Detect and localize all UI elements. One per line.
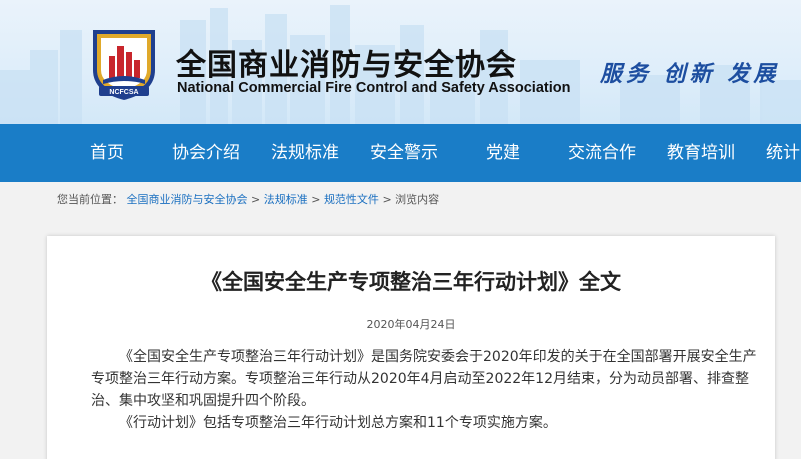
article-date: 2020年04月24日 [366, 318, 456, 331]
nav-item-statistics[interactable]: 统计 [766, 124, 800, 182]
nav-item-home[interactable]: 首页 [90, 124, 124, 182]
nav-item-training[interactable]: 教育培训 [667, 124, 735, 182]
breadcrumb-separator: > [251, 193, 261, 206]
breadcrumb-link-regulations[interactable]: 法规标准 [264, 193, 308, 206]
breadcrumb-separator: > [382, 193, 392, 206]
breadcrumb: 您当前位置： 全国商业消防与安全协会 > 法规标准 > 规范性文件 > 浏览内容 [57, 191, 439, 207]
breadcrumb-link-normative-docs[interactable]: 规范性文件 [324, 193, 379, 206]
association-logo-icon: NCFCSA [93, 30, 155, 100]
site-header: NCFCSA 全国商业消防与安全协会 National Commercial F… [0, 0, 801, 124]
org-name-english: National Commercial Fire Control and Saf… [177, 80, 571, 96]
breadcrumb-current: 浏览内容 [395, 193, 440, 206]
article-body: 《全国安全生产专项整治三年行动计划》是国务院安委会于2020年印发的关于在全国部… [91, 346, 763, 434]
breadcrumb-link-home[interactable]: 全国商业消防与安全协会 [127, 193, 248, 206]
article-paragraph: 《行动计划》包括专项整治三年行动计划总方案和11个专项实施方案。 [119, 415, 557, 431]
nav-item-about[interactable]: 协会介绍 [172, 124, 240, 182]
article-title: 《全国安全生产专项整治三年行动计划》全文 [201, 270, 621, 294]
nav-item-safety-alerts[interactable]: 安全警示 [370, 124, 438, 182]
article-card: 《全国安全生产专项整治三年行动计划》全文 2020年04月24日 《全国安全生产… [47, 236, 775, 459]
nav-item-exchange[interactable]: 交流合作 [568, 124, 636, 182]
slogan: 服务 创新 发展 [600, 61, 780, 87]
breadcrumb-separator: > [311, 193, 321, 206]
org-name-chinese: 全国商业消防与安全协会 [176, 48, 517, 83]
nav-item-regulations[interactable]: 法规标准 [271, 124, 339, 182]
logo-text: NCFCSA [109, 89, 138, 96]
breadcrumb-prefix: 您当前位置： [57, 193, 123, 206]
article-paragraph: 《全国安全生产专项整治三年行动计划》是国务院安委会于2020年印发的关于在全国部… [91, 349, 757, 409]
main-nav: 首页 协会介绍 法规标准 安全警示 党建 交流合作 教育培训 统计 [0, 124, 801, 182]
nav-item-party-building[interactable]: 党建 [486, 124, 520, 182]
